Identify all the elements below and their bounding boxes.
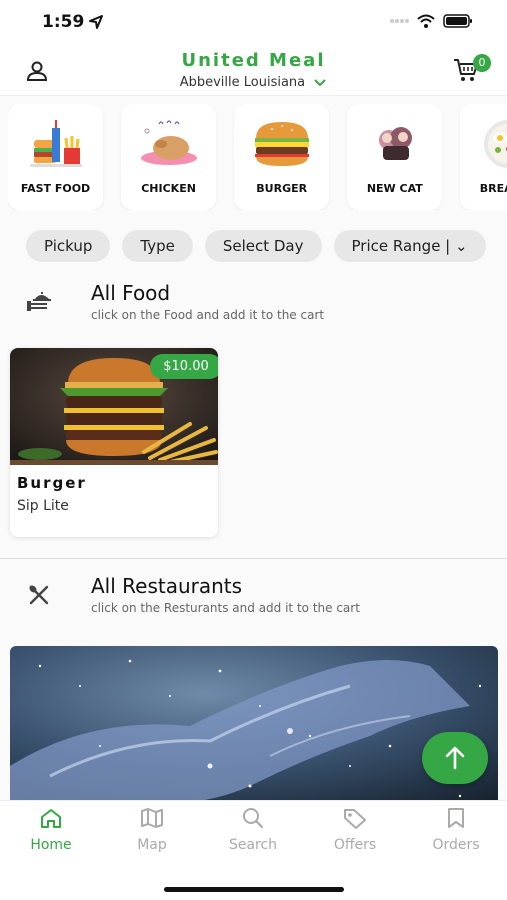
cart-button[interactable]: 0	[453, 54, 491, 84]
tab-offers[interactable]: Offers	[315, 807, 395, 859]
location-arrow-icon	[89, 15, 103, 29]
status-bar: 1:59	[0, 0, 507, 46]
fast-food-icon	[30, 120, 82, 167]
map-icon	[141, 808, 163, 828]
all-restaurants-subtitle: click on the Resturants and add it to th…	[91, 601, 360, 615]
cart-count-badge: 0	[473, 54, 491, 72]
arrow-up-icon	[445, 746, 465, 770]
tab-search[interactable]: Search	[213, 807, 293, 859]
all-restaurants-title: All Restaurants	[91, 574, 243, 598]
wifi-icon	[417, 14, 435, 28]
home-icon	[41, 809, 61, 828]
food-service-icon	[27, 292, 51, 311]
food-restaurant: Sip Lite	[17, 498, 69, 514]
tab-label: Map	[137, 837, 167, 853]
location-selector[interactable]: Abbeville Louisiana	[0, 75, 507, 90]
home-indicator	[164, 887, 344, 892]
bottom-tab-bar: Home Map Search Offers Orders	[0, 800, 507, 900]
signal-icon	[390, 19, 409, 23]
tab-label: Home	[30, 837, 72, 853]
category-list: FAST FOOD CHICKEN BURGER NEW CAT BRE	[8, 104, 507, 210]
category-label: BREAKFA	[479, 182, 507, 195]
app-header: United Meal Abbeville Louisiana 0	[0, 46, 507, 96]
chevron-down-icon	[314, 78, 326, 86]
tab-home[interactable]: Home	[11, 807, 91, 859]
category-burger[interactable]: BURGER	[234, 104, 330, 210]
category-label: BURGER	[256, 182, 308, 195]
filter-type[interactable]: Type	[122, 230, 193, 262]
filter-bar: Pickup Type Select Day Price Range | ⌄	[26, 230, 496, 262]
bookmark-icon	[448, 808, 464, 828]
price-badge: $10.00	[150, 354, 218, 379]
food-card[interactable]: $10.00 Burger Sip Lite	[10, 348, 218, 537]
category-label: FAST FOOD	[20, 182, 91, 195]
battery-icon	[443, 14, 472, 28]
location-label: Abbeville Louisiana	[179, 75, 306, 90]
app-title: United Meal	[181, 50, 326, 71]
tab-label: Search	[228, 837, 278, 853]
category-new-cat[interactable]: NEW CAT	[347, 104, 443, 210]
chicken-icon	[141, 120, 198, 165]
tag-icon	[344, 809, 366, 829]
breakfast-icon	[484, 120, 507, 168]
category-breakfast[interactable]: BREAKFA	[460, 104, 507, 210]
burger-icon	[255, 122, 310, 166]
filter-select-day[interactable]: Select Day	[204, 230, 322, 262]
tab-map[interactable]: Map	[112, 807, 192, 859]
filter-price-range[interactable]: Price Range | ⌄	[333, 230, 486, 262]
status-time: 1:59	[42, 12, 85, 32]
tab-label: Orders	[432, 837, 480, 853]
tab-orders[interactable]: Orders	[416, 807, 496, 859]
all-food-subtitle: click on the Food and add it to the cart	[91, 308, 325, 322]
section-divider	[0, 558, 507, 559]
food-name: Burger	[17, 474, 87, 492]
search-icon	[243, 808, 264, 829]
category-label: NEW CAT	[366, 182, 423, 195]
tab-label: Offers	[333, 837, 377, 853]
filter-pickup[interactable]: Pickup	[26, 230, 111, 262]
category-label: CHICKEN	[141, 182, 196, 195]
all-food-title: All Food	[91, 281, 171, 305]
scroll-top-button[interactable]	[422, 732, 488, 784]
new-cat-icon	[379, 127, 413, 160]
utensils-icon	[29, 585, 49, 605]
category-chicken[interactable]: CHICKEN	[121, 104, 217, 210]
category-fast-food[interactable]: FAST FOOD	[8, 104, 103, 210]
